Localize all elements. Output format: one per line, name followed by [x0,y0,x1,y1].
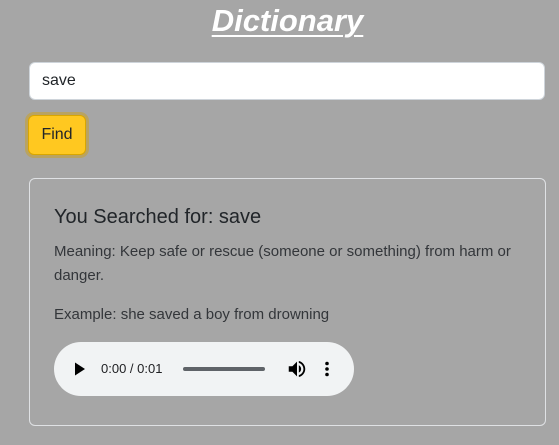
result-heading: You Searched for: save [54,206,262,228]
page-title: Dictionary [211,3,364,38]
audio-player[interactable]: 0:00 / 0:01 [54,342,354,396]
volume-icon[interactable] [286,358,308,380]
play-icon[interactable] [69,359,89,379]
audio-time: 0:00 / 0:01 [101,361,163,376]
audio-progress-slider[interactable] [183,367,265,371]
find-button[interactable]: Find [28,115,86,155]
meaning-text: Meaning: Keep safe or rescue (someone or… [54,243,511,284]
example-text: Example: she saved a boy from drowning [54,306,330,323]
more-vertical-icon[interactable] [318,358,336,380]
result-card: You Searched for: save Meaning: Keep saf… [29,178,546,426]
search-input[interactable] [29,62,545,100]
